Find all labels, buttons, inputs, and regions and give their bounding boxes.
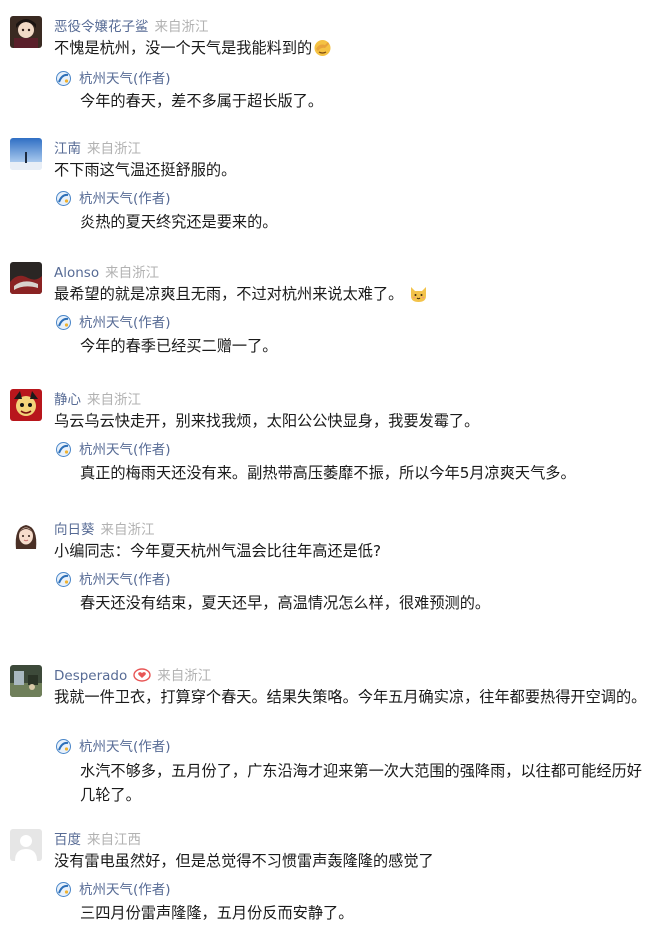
reply-author-tag: (作者) (133, 572, 171, 588)
reply-author[interactable]: 杭州天气 (79, 315, 133, 331)
reply-text: 今年的春天，差不多属于超长版了。 (80, 92, 323, 110)
reply-text: 今年的春季已经买二赠一了。 (80, 337, 278, 355)
comment-feed: 恶役令嬢花子鲨 来自浙江 不愧是杭州，没一个天气是我能料到的 杭州天气(作者) 今… (0, 0, 664, 937)
avatar[interactable] (10, 829, 42, 861)
comment-text: 不下雨这气温还挺舒服的。 (54, 158, 654, 182)
comment-header: Alonso 来自浙江 (54, 264, 159, 282)
username[interactable]: 静心 (54, 392, 81, 408)
reply-author[interactable]: 杭州天气 (79, 572, 133, 588)
username[interactable]: Desperado (54, 668, 127, 684)
reply-author[interactable]: 杭州天气 (79, 739, 133, 755)
username[interactable]: 江南 (54, 141, 81, 157)
reply-author[interactable]: 杭州天气 (79, 71, 133, 87)
weather-logo-icon (56, 442, 71, 457)
username[interactable]: 恶役令嬢花子鲨 (54, 19, 149, 35)
reply-author-tag: (作者) (133, 71, 171, 87)
facepalm-emoji-icon (313, 38, 332, 57)
location-label: 来自江西 (87, 832, 141, 848)
reply-text: 真正的梅雨天还没有来。副热带高压萎靡不振，所以今年5月凉爽天气多。 (80, 464, 576, 482)
avatar[interactable] (10, 519, 42, 551)
weather-logo-icon (56, 739, 71, 754)
comment-text: 乌云乌云快走开，别来找我烦，太阳公公快显身，我要发霉了。 (54, 409, 654, 433)
weather-logo-icon (56, 71, 71, 86)
avatar[interactable] (10, 665, 42, 697)
reply-header: 杭州天气(作者) (56, 571, 171, 589)
comment-header: 百度 来自江西 (54, 831, 141, 849)
comment-header: 江南 来自浙江 (54, 140, 141, 158)
cat-emoji-icon (409, 284, 428, 303)
username[interactable]: Alonso (54, 265, 99, 281)
location-label: 来自浙江 (87, 392, 141, 408)
reply-header: 杭州天气(作者) (56, 441, 171, 459)
location-label: 来自浙江 (87, 141, 141, 157)
comment-header: 恶役令嬢花子鲨 来自浙江 (54, 18, 209, 36)
comment-body: 最希望的就是凉爽且无雨，不过对杭州来说太难了。 (54, 285, 404, 303)
reply-text: 水汽不够多，五月份了，广东沿海才迎来第一次大范围的强降雨，以往都可能经历好几轮了… (80, 762, 642, 804)
comment-body: 不愧是杭州，没一个天气是我能料到的 (54, 39, 313, 57)
comment-header: 向日葵 来自浙江 (54, 521, 155, 539)
reply-header: 杭州天气(作者) (56, 314, 171, 332)
reply-header: 杭州天气(作者) (56, 190, 171, 208)
avatar[interactable] (10, 138, 42, 170)
avatar[interactable] (10, 16, 42, 48)
reply-header: 杭州天气(作者) (56, 881, 171, 899)
comment-text: 没有雷电虽然好，但是总觉得不习惯雷声轰隆隆的感觉了 (54, 849, 654, 873)
username[interactable]: 百度 (54, 832, 81, 848)
reply-header: 杭州天气(作者) (56, 70, 171, 88)
reply-author-tag: (作者) (133, 315, 171, 331)
reply-author-tag: (作者) (133, 442, 171, 458)
reply-text: 春天还没有结束，夏天还早，高温情况怎么样，很难预测的。 (80, 594, 491, 612)
comment-body: 我就一件卫衣，打算穿个春天。结果失策咯。今年五月确实凉，往年都要热得开空调的。 (54, 688, 647, 706)
comment-text: 小编同志：今年夏天杭州气温会比往年高还是低? (54, 539, 654, 563)
comment-header: Desperado 来自浙江 (54, 667, 211, 687)
location-label: 来自浙江 (105, 265, 160, 281)
reply-author[interactable]: 杭州天气 (79, 442, 133, 458)
location-label: 来自浙江 (100, 522, 155, 538)
reply-author[interactable]: 杭州天气 (79, 191, 133, 207)
avatar[interactable] (10, 262, 42, 294)
comment-text: 不愧是杭州，没一个天气是我能料到的 (54, 36, 654, 60)
username[interactable]: 向日葵 (54, 522, 95, 538)
avatar[interactable] (10, 389, 42, 421)
comment-text: 最希望的就是凉爽且无雨，不过对杭州来说太难了。 (54, 282, 654, 306)
reply-author-tag: (作者) (133, 882, 171, 898)
weather-logo-icon (56, 315, 71, 330)
weather-logo-icon (56, 191, 71, 206)
location-label: 来自浙江 (157, 668, 212, 684)
comment-body: 小编同志：今年夏天杭州气温会比往年高还是低? (54, 542, 381, 560)
comment-body: 没有雷电虽然好，但是总觉得不习惯雷声轰隆隆的感觉了 (54, 852, 434, 870)
reply-header: 杭州天气(作者) (56, 738, 171, 756)
location-label: 来自浙江 (154, 19, 209, 35)
comment-body: 不下雨这气温还挺舒服的。 (54, 161, 237, 179)
reply-author[interactable]: 杭州天气 (79, 882, 133, 898)
comment-header: 静心 来自浙江 (54, 391, 141, 409)
comment-text: 我就一件卫衣，打算穿个春天。结果失策咯。今年五月确实凉，往年都要热得开空调的。 (54, 685, 654, 709)
weather-logo-icon (56, 882, 71, 897)
reply-author-tag: (作者) (133, 191, 171, 207)
comment-body: 乌云乌云快走开，别来找我烦，太阳公公快显身，我要发霉了。 (54, 412, 480, 430)
reply-author-tag: (作者) (133, 739, 171, 755)
reply-text: 三四月份雷声隆隆，五月份反而安静了。 (80, 904, 354, 922)
reply-text: 炎热的夏天终究还是要来的。 (80, 213, 278, 231)
weather-logo-icon (56, 572, 71, 587)
